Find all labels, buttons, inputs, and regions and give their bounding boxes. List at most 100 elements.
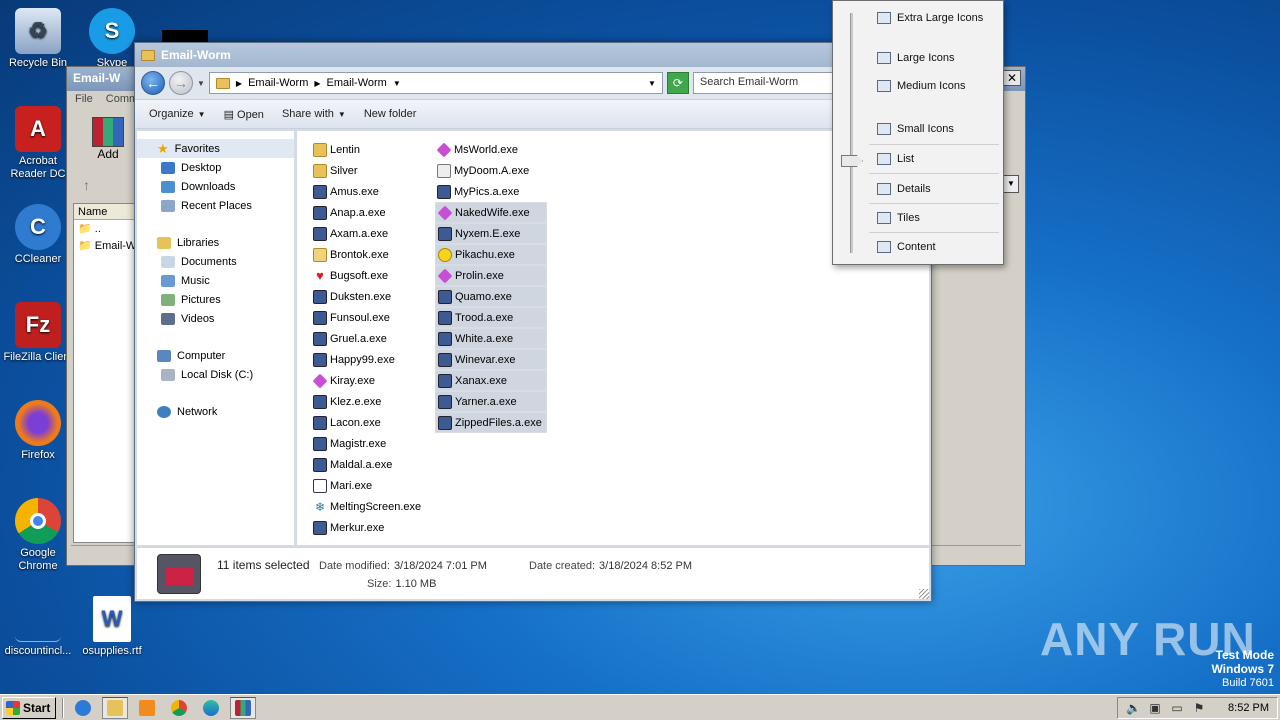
file-item[interactable]: Magistr.exe [311,433,425,454]
nav-recent-places[interactable]: Recent Places [137,196,294,215]
view-slider-track[interactable] [850,13,853,253]
taskbar-chrome-icon[interactable] [166,697,192,719]
file-item[interactable]: Merkur.exe [311,517,425,538]
winrar-up-icon[interactable]: ↑ [83,177,90,193]
file-item[interactable]: MyPics.a.exe [435,181,547,202]
file-item[interactable]: Klez.e.exe [311,391,425,412]
share-with-button[interactable]: Share with ▼ [282,108,346,120]
desktop-icon-ccleaner[interactable]: C CCleaner [0,204,76,266]
winrar-row[interactable]: 📁 Email-W [74,237,136,254]
nav-documents[interactable]: Documents [137,252,294,271]
view-extra-large-icons[interactable]: Extra Large Icons [877,12,983,24]
winrar-menu-file[interactable]: File [75,93,93,105]
nav-network[interactable]: Network [137,402,294,421]
action-center-flag-icon[interactable]: ⚑ [1192,701,1206,715]
nav-desktop[interactable]: Desktop [137,158,294,177]
file-item[interactable]: Maldal.a.exe [311,454,425,475]
winrar-column-name[interactable]: Name [74,204,136,220]
taskbar-media-player-icon[interactable] [134,697,160,719]
navigation-pane[interactable]: ★ Favorites Desktop Downloads Recent Plac… [137,131,295,545]
file-item[interactable]: MyDoom.A.exe [435,160,547,181]
file-item[interactable]: Prolin.exe [435,265,547,286]
file-item[interactable]: Mari.exe [311,475,425,496]
file-item[interactable]: Lentin [311,139,425,160]
network-tray-icon[interactable]: ▣ [1148,701,1162,715]
file-item[interactable]: Lacon.exe [311,412,425,433]
file-item[interactable]: MsWorld.exe [435,139,547,160]
organize-button[interactable]: Organize ▼ [149,108,206,120]
file-item[interactable]: Silver [311,160,425,181]
view-details[interactable]: Details [877,183,931,195]
winrar-close-button[interactable]: ✕ [1003,70,1021,86]
nav-computer[interactable]: Computer [137,346,294,365]
desktop-icon-chrome[interactable]: Google Chrome [0,498,76,573]
desktop-icon-filezilla[interactable]: Fz FileZilla Client [0,302,76,364]
view-content[interactable]: Content [877,241,936,253]
winrar-add-button[interactable]: Add [85,117,131,161]
file-item[interactable]: Anap.a.exe [311,202,425,223]
clock[interactable]: 8:52 PM [1228,702,1269,714]
file-item[interactable]: ZippedFiles.a.exe [435,412,547,433]
taskbar-explorer-icon[interactable] [102,696,128,719]
view-list[interactable]: List [877,153,914,165]
winrar-dropdown-icon[interactable]: ▼ [1003,175,1019,193]
start-button[interactable]: Start [2,696,56,719]
nav-local-disk[interactable]: Local Disk (C:) [137,365,294,384]
search-input[interactable]: Search Email-Worm [692,72,843,94]
file-item[interactable]: Brontok.exe [311,244,425,265]
nav-pictures[interactable]: Pictures [137,290,294,309]
new-folder-button[interactable]: New folder [364,108,417,120]
file-item[interactable]: White.a.exe [435,328,547,349]
file-item[interactable]: Happy99.exe [311,349,425,370]
monitor-icon[interactable]: ▭ [1170,701,1184,715]
file-item[interactable]: Pikachu.exe [435,244,547,265]
address-bar[interactable]: ▶ Email-Worm ▶ Email-Worm ▼ ▼ [208,72,663,94]
winrar-file-list[interactable]: Name 📁 .. 📁 Email-W [73,203,137,543]
file-item[interactable]: Axam.a.exe [311,223,425,244]
file-item[interactable]: Kiray.exe [311,370,425,391]
file-item[interactable]: ♥ Bugsoft.exe [311,265,425,286]
desktop-icon-osupplies[interactable]: W osupplies.rtf [74,596,150,658]
file-item[interactable]: ❄ MeltingScreen.exe [311,496,425,517]
taskbar-edge-icon[interactable] [198,697,224,719]
view-large-icons[interactable]: Large Icons [877,52,954,64]
file-item[interactable]: Gruel.a.exe [311,328,425,349]
file-item[interactable]: Funsoul.exe [311,307,425,328]
file-item[interactable]: Quamo.exe [435,286,547,307]
file-item[interactable]: Xanax.exe [435,370,547,391]
resize-grip[interactable] [919,589,929,599]
breadcrumb-item[interactable]: Email-Worm [327,77,387,89]
recent-pages-dropdown-icon[interactable]: ▼ [197,79,205,88]
view-medium-icons[interactable]: Medium Icons [877,80,965,92]
explorer-window[interactable]: Email-Worm ← → ▼ ▶ Email-Worm ▶ Email-Wo… [134,42,932,602]
file-item[interactable]: Trood.a.exe [435,307,547,328]
volume-icon[interactable]: 🔈 [1126,701,1141,715]
forward-button[interactable]: → [169,71,193,95]
back-button[interactable]: ← [141,71,165,95]
address-dropdown-icon[interactable]: ▼ [648,79,656,88]
file-item[interactable]: Winevar.exe [435,349,547,370]
file-item[interactable]: Yarner.a.exe [435,391,547,412]
nav-favorites[interactable]: ★ Favorites [137,139,294,158]
nav-downloads[interactable]: Downloads [137,177,294,196]
desktop-icon-acrobat[interactable]: A Acrobat Reader DC [0,106,76,181]
open-button[interactable]: ▤ Open [224,108,264,121]
file-item[interactable]: Nyxem.E.exe [435,223,547,244]
desktop-icon-discount[interactable]: discountincl... [0,596,76,658]
view-small-icons[interactable]: Small Icons [877,123,954,135]
desktop-icon-firefox[interactable]: Firefox [0,400,76,462]
view-slider-thumb[interactable] [841,155,863,167]
view-tiles[interactable]: Tiles [877,212,920,224]
file-item[interactable]: Amus.exe [311,181,425,202]
file-item[interactable]: Duksten.exe [311,286,425,307]
nav-music[interactable]: Music [137,271,294,290]
view-menu[interactable]: Extra Large Icons Large Icons Medium Ico… [832,0,1004,265]
taskbar-ie-icon[interactable] [70,697,96,719]
nav-libraries[interactable]: Libraries [137,233,294,252]
winrar-row[interactable]: 📁 .. [74,220,136,237]
breadcrumb-item[interactable]: Email-Worm [248,77,308,89]
file-item[interactable]: NakedWife.exe [435,202,547,223]
nav-videos[interactable]: Videos [137,309,294,328]
desktop-icon-recycle-bin[interactable]: ♻ Recycle Bin [0,8,76,70]
refresh-button[interactable]: ⟳ [666,72,689,94]
